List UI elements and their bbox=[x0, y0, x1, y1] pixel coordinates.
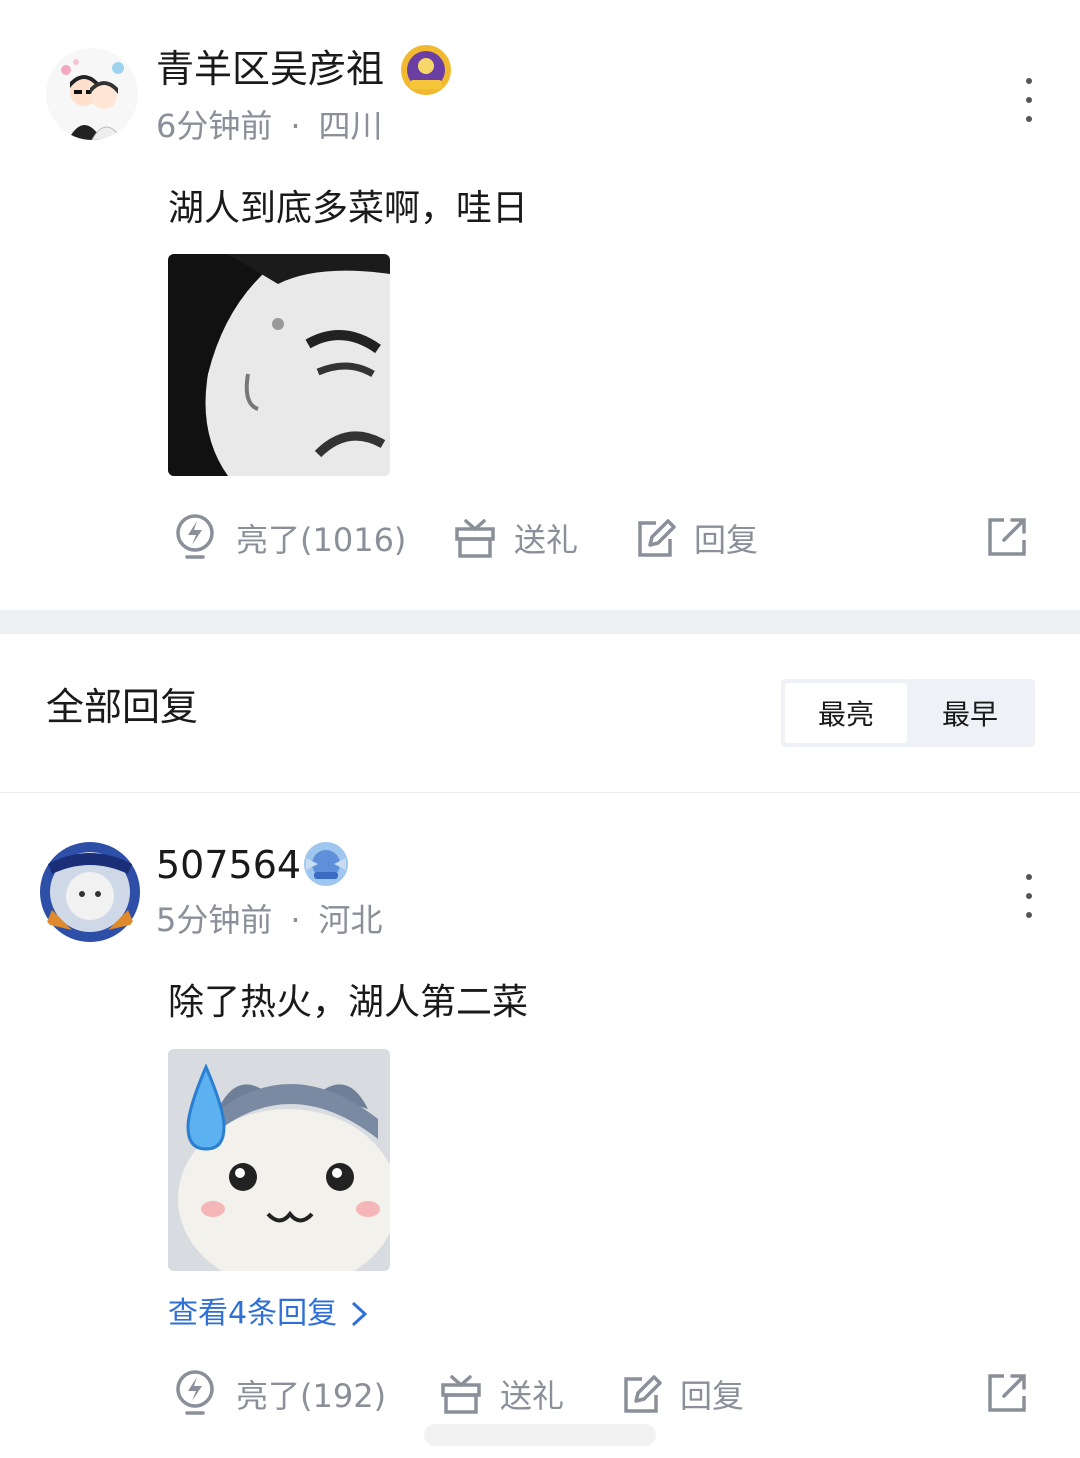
meme-image[interactable] bbox=[168, 1049, 390, 1271]
share-icon[interactable] bbox=[986, 1372, 1028, 1418]
reply-meta: 5分钟前 · 河北 bbox=[156, 900, 383, 940]
section-divider bbox=[0, 610, 1080, 634]
username[interactable]: 507564 bbox=[156, 842, 301, 888]
avatar-image bbox=[40, 842, 140, 942]
reply-label: 回复 bbox=[680, 1377, 745, 1415]
action-bar: 亮了(192) 送礼 回复 bbox=[0, 1364, 1080, 1424]
edit-icon bbox=[638, 519, 676, 557]
sort-option-brightest[interactable]: 最亮 bbox=[785, 683, 907, 743]
meme-image[interactable] bbox=[168, 254, 390, 476]
user-avatar[interactable] bbox=[38, 840, 142, 944]
lightbulb-icon bbox=[176, 514, 214, 559]
chevron-right-icon bbox=[352, 1301, 368, 1327]
view-replies-label: 查看4条回复 bbox=[168, 1296, 338, 1331]
gift-icon bbox=[455, 519, 495, 558]
badge-gold-icon bbox=[400, 44, 452, 96]
share-icon[interactable] bbox=[986, 516, 1028, 562]
like-button[interactable]: 亮了(192) bbox=[172, 1364, 386, 1424]
comment-text: 湖人到底多菜啊，哇日 bbox=[168, 188, 529, 229]
gift-icon bbox=[441, 1375, 481, 1414]
like-button[interactable]: 亮了(1016) bbox=[172, 508, 406, 568]
badge-blue-icon bbox=[300, 838, 352, 890]
more-icon[interactable] bbox=[1024, 78, 1034, 122]
action-bar: 亮了(1016) 送礼 回复 bbox=[0, 508, 1080, 568]
sort-option-earliest[interactable]: 最早 bbox=[909, 683, 1031, 743]
comment-card: 青羊区吴彦祖 6分钟前 · 四川 湖人到底多菜啊，哇日 亮了(1016) 送礼 … bbox=[0, 0, 1080, 610]
gift-label: 送礼 bbox=[514, 521, 579, 559]
reply-text: 除了热火，湖人第二菜 bbox=[168, 982, 529, 1023]
gift-button[interactable]: 送礼 bbox=[454, 508, 578, 568]
username[interactable]: 青羊区吴彦祖 bbox=[156, 46, 384, 92]
all-replies-title: 全部回复 bbox=[46, 685, 199, 729]
user-avatar[interactable] bbox=[46, 48, 138, 140]
reply-time: 5分钟前 bbox=[156, 901, 273, 939]
post-meta: 6分钟前 · 四川 bbox=[156, 106, 383, 146]
reply-location: 河北 bbox=[318, 901, 383, 939]
edit-icon bbox=[624, 1375, 662, 1413]
separator-dot: · bbox=[290, 107, 301, 145]
like-count-label: 亮了(1016) bbox=[236, 521, 407, 559]
reply-button[interactable]: 回复 bbox=[620, 1364, 744, 1424]
post-location: 四川 bbox=[318, 107, 383, 145]
gift-label: 送礼 bbox=[500, 1377, 565, 1415]
gift-button[interactable]: 送礼 bbox=[440, 1364, 564, 1424]
reply-button[interactable]: 回复 bbox=[634, 508, 758, 568]
divider bbox=[0, 792, 1080, 793]
lightbulb-icon bbox=[176, 1370, 214, 1415]
post-time: 6分钟前 bbox=[156, 107, 273, 145]
like-count-label: 亮了(192) bbox=[236, 1377, 387, 1415]
sort-toggle: 最亮 最早 bbox=[781, 679, 1035, 747]
reply-label: 回复 bbox=[694, 521, 759, 559]
separator-dot: · bbox=[290, 901, 301, 939]
avatar-image bbox=[46, 48, 138, 140]
home-indicator bbox=[424, 1424, 656, 1446]
more-icon[interactable] bbox=[1024, 874, 1034, 918]
view-replies-link[interactable]: 查看4条回复 bbox=[168, 1294, 371, 1334]
